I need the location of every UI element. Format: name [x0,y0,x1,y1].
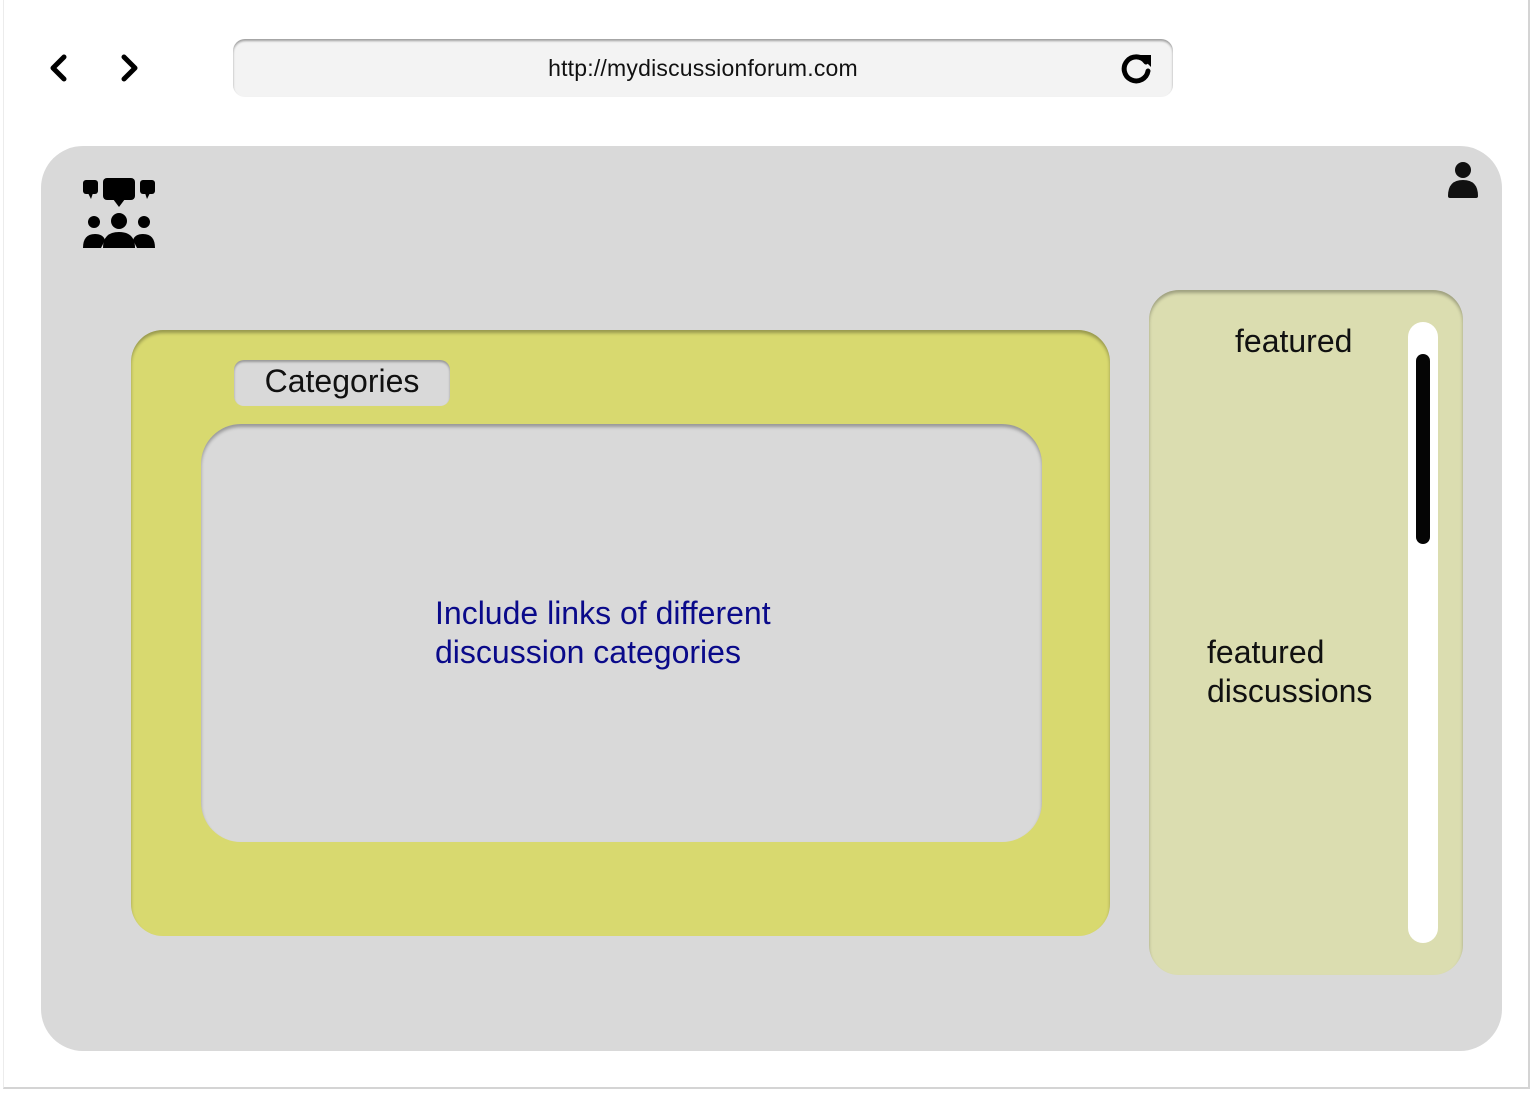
featured-panel: featured featured discussions [1149,290,1463,975]
url-text[interactable]: http://mydiscussionforum.com [233,55,1173,82]
browser-window: http://mydiscussionforum.com Categories … [3,0,1530,1089]
discussion-group-icon [83,178,155,248]
scrollbar-track[interactable] [1408,322,1438,943]
chevron-left-icon [50,54,67,82]
categories-note: Include links of different discussion ca… [435,595,771,670]
back-button[interactable] [40,50,76,86]
forum-page: Categories Include links of different di… [41,146,1502,1051]
address-bar[interactable]: http://mydiscussionforum.com [233,39,1173,97]
chevron-right-icon [121,54,138,82]
forward-button[interactable] [112,50,148,86]
scrollbar-thumb[interactable] [1416,354,1430,544]
categories-panel: Categories Include links of different di… [131,330,1110,936]
categories-label: Categories [234,360,450,406]
reload-icon[interactable] [1117,49,1155,87]
categories-list: Include links of different discussion ca… [201,424,1042,842]
featured-title: featured [1235,323,1353,359]
user-icon[interactable] [1446,160,1480,198]
featured-discussions-text: featured discussions [1207,634,1373,709]
